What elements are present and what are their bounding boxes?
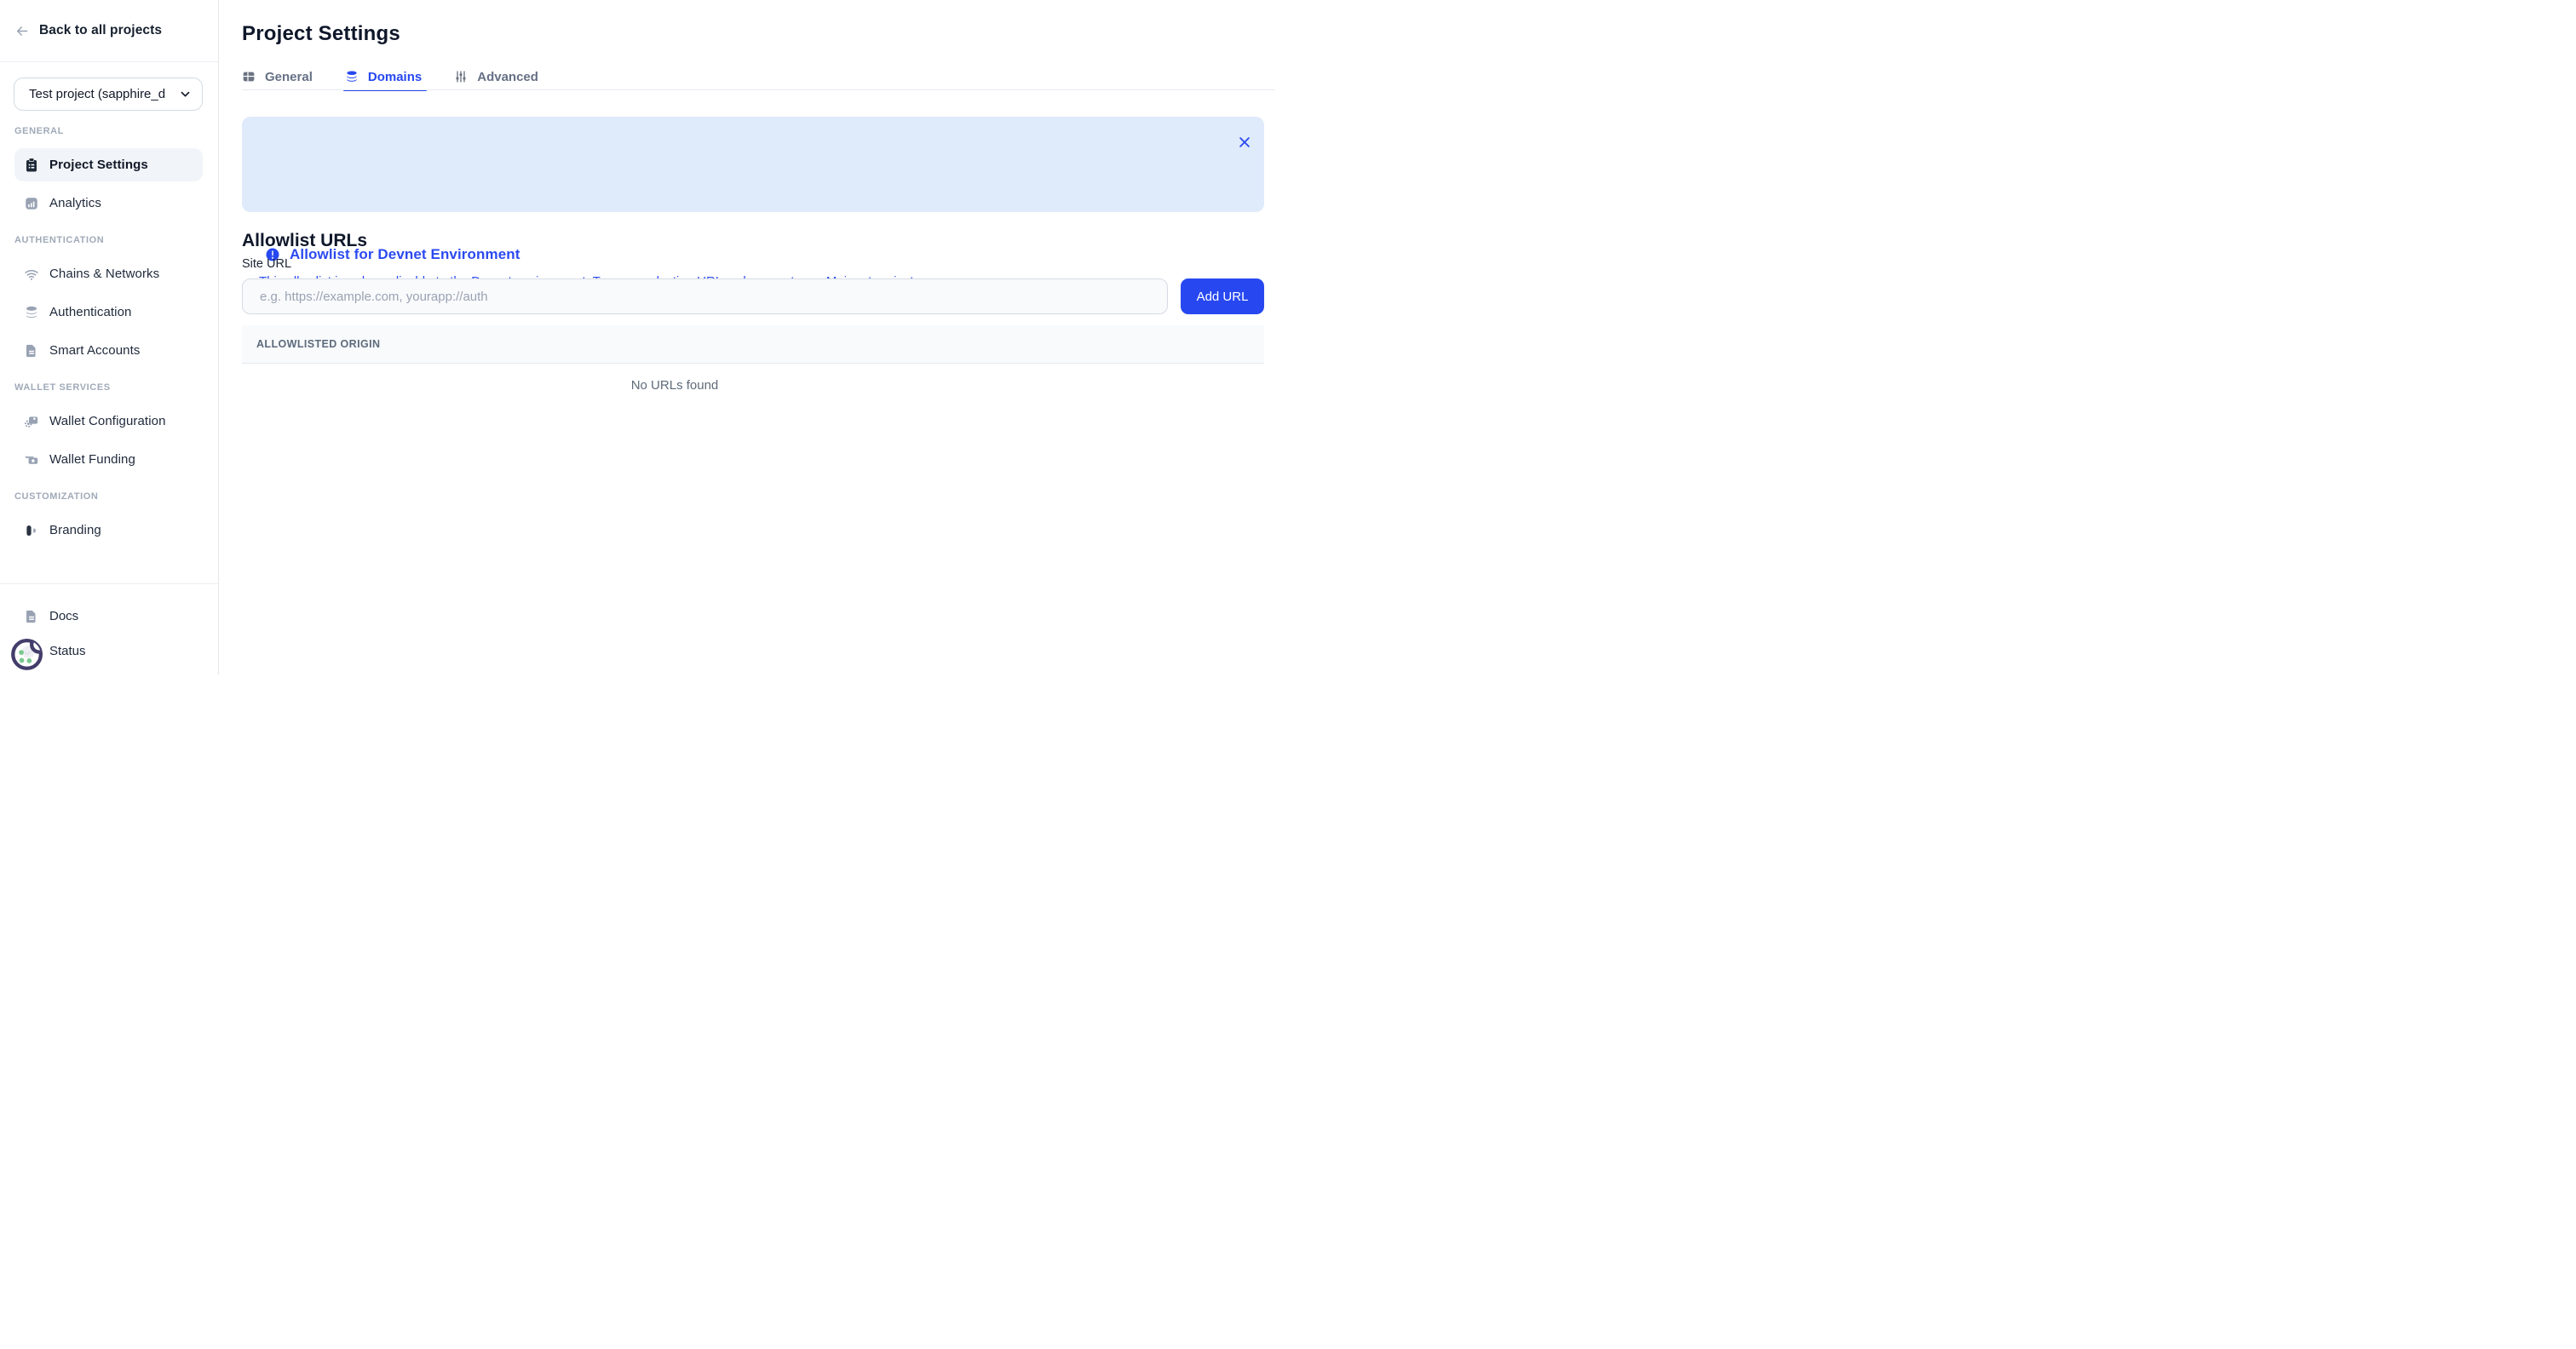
section-label-authentication: AUTHENTICATION [14, 235, 218, 246]
project-selector-value: Test project (sapphire_d [29, 87, 179, 101]
cookie-icon [10, 636, 45, 671]
tab-label: General [265, 70, 313, 84]
database-icon [24, 305, 39, 320]
sidebar-item-docs[interactable]: Docs [14, 600, 203, 633]
sidebar-item-smart-accounts[interactable]: Smart Accounts [14, 334, 203, 367]
sidebar-item-wallet-configuration[interactable]: Wallet Configuration [14, 405, 203, 438]
arrow-left-icon [14, 24, 30, 38]
section-label-customization: CUSTOMIZATION [14, 491, 218, 502]
allowlist-table-header: ALLOWLISTED ORIGIN [242, 325, 1264, 364]
docs-icon [24, 609, 39, 624]
chevron-down-icon [179, 88, 192, 100]
database-icon [345, 70, 359, 83]
tab-bar: General Domains Advanced [242, 63, 538, 90]
bar-chart-icon [24, 196, 39, 211]
allowlisted-origin-column-header: ALLOWLISTED ORIGIN [256, 338, 380, 350]
main-content: Project Settings General Domains [219, 0, 1288, 674]
sliders-icon [454, 70, 468, 83]
tab-label: Advanced [477, 70, 538, 84]
sidebar-item-label: Wallet Configuration [49, 414, 166, 428]
sidebar-item-chains-networks[interactable]: Chains & Networks [14, 257, 203, 290]
sidebar-item-label: Wallet Funding [49, 452, 135, 467]
file-icon [24, 343, 39, 359]
tab-advanced[interactable]: Advanced [454, 63, 538, 90]
back-to-projects-link[interactable]: Back to all projects [0, 0, 218, 62]
sidebar-item-label: Smart Accounts [49, 343, 140, 358]
section-label-wallet-services: WALLET SERVICES [14, 382, 218, 393]
page-title: Project Settings [242, 22, 400, 46]
sidebar-item-label: Docs [49, 609, 78, 623]
table-cells-icon [242, 70, 256, 83]
tab-divider [242, 89, 1275, 90]
sidebar-item-analytics[interactable]: Analytics [14, 187, 203, 220]
sidebar-item-label: Analytics [49, 196, 101, 210]
branding-icon [24, 523, 39, 538]
wallet-gear-icon [24, 414, 39, 429]
section-label-general: GENERAL [14, 126, 218, 137]
back-label: Back to all projects [39, 23, 162, 38]
allowlist-urls-heading: Allowlist URLs [242, 231, 367, 251]
sidebar-item-branding[interactable]: Branding [14, 514, 203, 547]
sidebar-scroll-area: Test project (sapphire_d GENERAL Project… [0, 63, 218, 554]
sidebar-item-label: Project Settings [49, 158, 148, 172]
wifi-icon [24, 267, 39, 282]
close-icon[interactable] [1237, 135, 1252, 150]
sidebar-item-wallet-funding[interactable]: Wallet Funding [14, 443, 203, 476]
cookie-consent-button[interactable] [10, 636, 45, 671]
site-url-label: Site URL [242, 257, 291, 271]
sidebar: Back to all projects Test project (sapph… [0, 0, 219, 674]
tab-label: Domains [368, 70, 422, 84]
devnet-allowlist-banner: Allowlist for Devnet Environment This al… [242, 117, 1264, 212]
empty-state-text: No URLs found [242, 378, 1107, 393]
sidebar-item-label: Status [49, 644, 86, 658]
sidebar-item-label: Authentication [49, 305, 131, 319]
sidebar-item-label: Branding [49, 523, 101, 537]
tab-domains[interactable]: Domains [345, 63, 422, 90]
tab-general[interactable]: General [242, 63, 313, 90]
wallet-card-icon [24, 452, 39, 468]
sidebar-item-project-settings[interactable]: Project Settings [14, 148, 203, 181]
add-url-button[interactable]: Add URL [1181, 278, 1264, 314]
sidebar-item-authentication[interactable]: Authentication [14, 296, 203, 329]
clipboard-icon [24, 158, 39, 173]
site-url-input[interactable] [242, 278, 1168, 314]
sidebar-item-label: Chains & Networks [49, 267, 159, 281]
project-selector[interactable]: Test project (sapphire_d [14, 77, 203, 111]
